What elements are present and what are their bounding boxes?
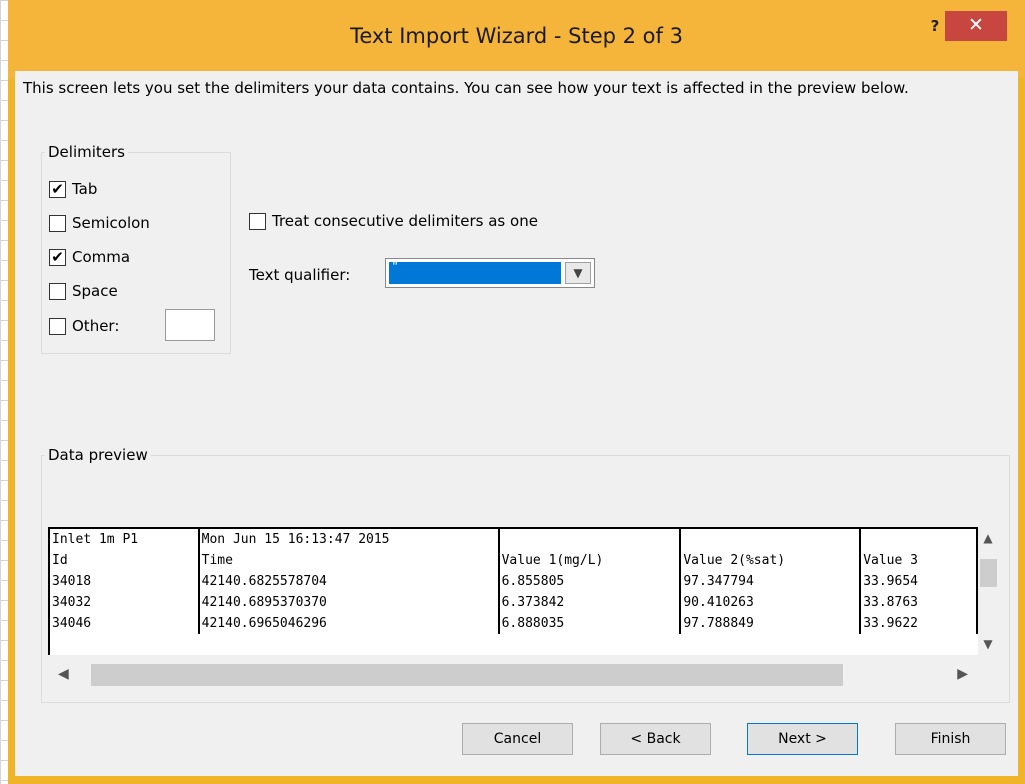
semicolon-checkbox-row[interactable]: Semicolon bbox=[49, 214, 150, 232]
comma-label: Comma bbox=[72, 248, 131, 266]
other-label: Other: bbox=[72, 317, 120, 335]
scroll-down-icon[interactable]: ▼ bbox=[978, 637, 998, 653]
table-cell: Value 1(mg/L) bbox=[498, 550, 682, 571]
table-cell: Inlet 1m P1 bbox=[50, 529, 200, 550]
table-cell: 42140.6825578704 bbox=[198, 571, 500, 592]
table-cell: 6.855805 bbox=[498, 571, 682, 592]
table-cell: 33.8763 bbox=[860, 592, 978, 613]
table-cell: Value 2(%sat) bbox=[680, 550, 862, 571]
tab-checkbox[interactable]: ✔ bbox=[49, 180, 66, 198]
table-cell: 33.9622 bbox=[860, 613, 978, 634]
tab-checkbox-row[interactable]: ✔ Tab bbox=[49, 180, 97, 198]
table-cell: Mon Jun 15 16:13:47 2015 bbox=[198, 529, 500, 550]
consecutive-checkbox[interactable] bbox=[249, 212, 266, 230]
next-button[interactable]: Next > bbox=[747, 723, 858, 755]
table-cell: Value 3 bbox=[860, 550, 978, 571]
table-cell: 34032 bbox=[50, 592, 200, 613]
close-button[interactable]: ✕ bbox=[945, 11, 1007, 41]
text-qualifier-label: Text qualifier: bbox=[249, 266, 351, 284]
table-cell bbox=[860, 529, 978, 550]
finish-button[interactable]: Finish bbox=[895, 723, 1006, 755]
consecutive-label: Treat consecutive delimiters as one bbox=[272, 212, 538, 230]
space-checkbox-row[interactable]: Space bbox=[49, 282, 118, 300]
table-cell: 42140.6895370370 bbox=[198, 592, 500, 613]
space-label: Space bbox=[72, 282, 118, 300]
vertical-scroll-thumb[interactable] bbox=[980, 559, 997, 587]
table-cell: Time bbox=[198, 550, 500, 571]
semicolon-label: Semicolon bbox=[72, 214, 150, 232]
other-checkbox-row[interactable]: Other: bbox=[49, 317, 119, 335]
intro-text: This screen lets you set the delimiters … bbox=[23, 79, 909, 97]
scroll-up-icon[interactable]: ▲ bbox=[978, 531, 998, 547]
table-cell: 97.788849 bbox=[680, 613, 862, 634]
tab-label: Tab bbox=[72, 180, 98, 198]
text-qualifier-select[interactable]: " ▼ bbox=[385, 258, 595, 288]
dialog-title: Text Import Wizard - Step 2 of 3 bbox=[350, 24, 683, 48]
table-cell: 90.410263 bbox=[680, 592, 862, 613]
data-preview-grid: Inlet 1m P1 Mon Jun 15 16:13:47 2015 Id Tim… bbox=[48, 527, 978, 655]
delimiters-legend: Delimiters bbox=[45, 143, 128, 161]
title-bar[interactable]: Text Import Wizard - Step 2 of 3 ? ✕ bbox=[8, 0, 1025, 78]
preview-table: Inlet 1m P1 Mon Jun 15 16:13:47 2015 Id Tim… bbox=[50, 529, 978, 634]
preview-vertical-scrollbar[interactable]: ▲ ▼ bbox=[978, 527, 998, 655]
table-cell: 42140.6965046296 bbox=[198, 613, 500, 634]
text-import-wizard-dialog: Text Import Wizard - Step 2 of 3 ? ✕ Thi… bbox=[8, 0, 1025, 784]
back-button[interactable]: < Back bbox=[600, 723, 711, 755]
comma-checkbox-row[interactable]: ✔ Comma bbox=[49, 248, 130, 266]
table-cell bbox=[498, 529, 682, 550]
table-cell: 6.373842 bbox=[498, 592, 682, 613]
scroll-right-icon[interactable]: ▶ bbox=[957, 666, 968, 682]
table-row: 34018 42140.6825578704 6.855805 97.347794 33… bbox=[50, 571, 978, 592]
horizontal-scroll-thumb[interactable] bbox=[91, 664, 843, 686]
scroll-left-icon[interactable]: ◀ bbox=[58, 666, 69, 682]
data-preview-legend: Data preview bbox=[45, 446, 151, 464]
table-cell bbox=[680, 529, 862, 550]
cancel-button[interactable]: Cancel bbox=[462, 723, 573, 755]
table-cell: 97.347794 bbox=[680, 571, 862, 592]
chevron-down-icon[interactable]: ▼ bbox=[565, 262, 591, 284]
table-cell: Id bbox=[50, 550, 200, 571]
table-cell: 34046 bbox=[50, 613, 200, 634]
table-cell: 34018 bbox=[50, 571, 200, 592]
text-qualifier-value: " bbox=[389, 261, 561, 284]
other-delimiter-input[interactable] bbox=[165, 309, 215, 341]
consecutive-checkbox-row[interactable]: Treat consecutive delimiters as one bbox=[249, 212, 538, 230]
table-row: Inlet 1m P1 Mon Jun 15 16:13:47 2015 bbox=[50, 529, 978, 550]
preview-horizontal-scrollbar[interactable]: ◀ ▶ bbox=[48, 660, 978, 690]
semicolon-checkbox[interactable] bbox=[49, 214, 66, 232]
comma-checkbox[interactable]: ✔ bbox=[49, 248, 66, 266]
table-row: 34032 42140.6895370370 6.373842 90.410263 33… bbox=[50, 592, 978, 613]
table-cell: 33.9654 bbox=[860, 571, 978, 592]
table-cell: 6.888035 bbox=[498, 613, 682, 634]
other-checkbox[interactable] bbox=[49, 317, 66, 335]
table-row: Id Time Value 1(mg/L) Value 2(%sat) Value 3 bbox=[50, 550, 978, 571]
space-checkbox[interactable] bbox=[49, 282, 66, 300]
dialog-body: This screen lets you set the delimiters … bbox=[15, 71, 1018, 776]
table-row: 34046 42140.6965046296 6.888035 97.788849 33… bbox=[50, 613, 978, 634]
